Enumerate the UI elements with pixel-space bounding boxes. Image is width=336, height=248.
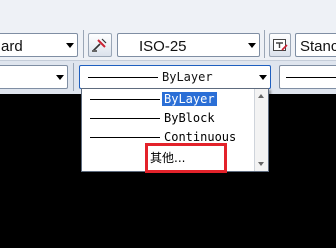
chevron-down-icon[interactable] (53, 66, 67, 88)
chevron-down-icon[interactable] (63, 34, 77, 56)
chevron-down-icon[interactable] (256, 66, 270, 88)
toolbar-separator (264, 30, 265, 58)
lineweight-combo[interactable] (279, 65, 336, 89)
dimension-style-button[interactable] (88, 33, 112, 57)
color-combo[interactable] (0, 65, 68, 89)
dimension-style-value: ISO-25 (139, 38, 187, 55)
layer-state-combo[interactable]: ard (0, 33, 78, 57)
autocad-window: ard ISO-25 Stanc ByLayer ByLayer ByBlock… (0, 0, 336, 248)
linetype-preview (90, 99, 160, 100)
layer-state-value: ard (1, 38, 23, 55)
option-label: ByBlock (164, 111, 215, 125)
text-style-combo[interactable]: Stanc (295, 33, 336, 57)
text-style-button[interactable] (269, 33, 291, 57)
linetype-preview (88, 77, 158, 78)
styles-toolbar: ard ISO-25 Stanc (0, 0, 336, 61)
toolbar-separator (73, 63, 74, 91)
option-label: Continuous (164, 130, 237, 144)
toolbar-separator (83, 30, 84, 58)
dimension-style-combo[interactable]: ISO-25 (117, 33, 260, 57)
scroll-down-icon[interactable] (258, 162, 264, 166)
linetype-preview (90, 137, 160, 138)
linetype-option-byblock[interactable]: ByBlock (82, 109, 254, 128)
linetype-option-bylayer[interactable]: ByLayer (82, 90, 254, 109)
text-style-value: Stanc (300, 38, 336, 55)
text-style-icon (273, 39, 288, 51)
linetype-preview (90, 118, 160, 119)
scroll-up-icon[interactable] (258, 94, 264, 98)
dropdown-scrollbar[interactable] (254, 89, 268, 171)
option-label: ByLayer (162, 92, 217, 106)
chevron-down-icon[interactable] (245, 34, 259, 56)
highlight-box (145, 143, 227, 173)
dimension-style-icon (92, 38, 107, 52)
linetype-combo[interactable]: ByLayer (79, 65, 271, 89)
linetype-value: ByLayer (162, 70, 213, 84)
lineweight-preview (286, 77, 336, 78)
